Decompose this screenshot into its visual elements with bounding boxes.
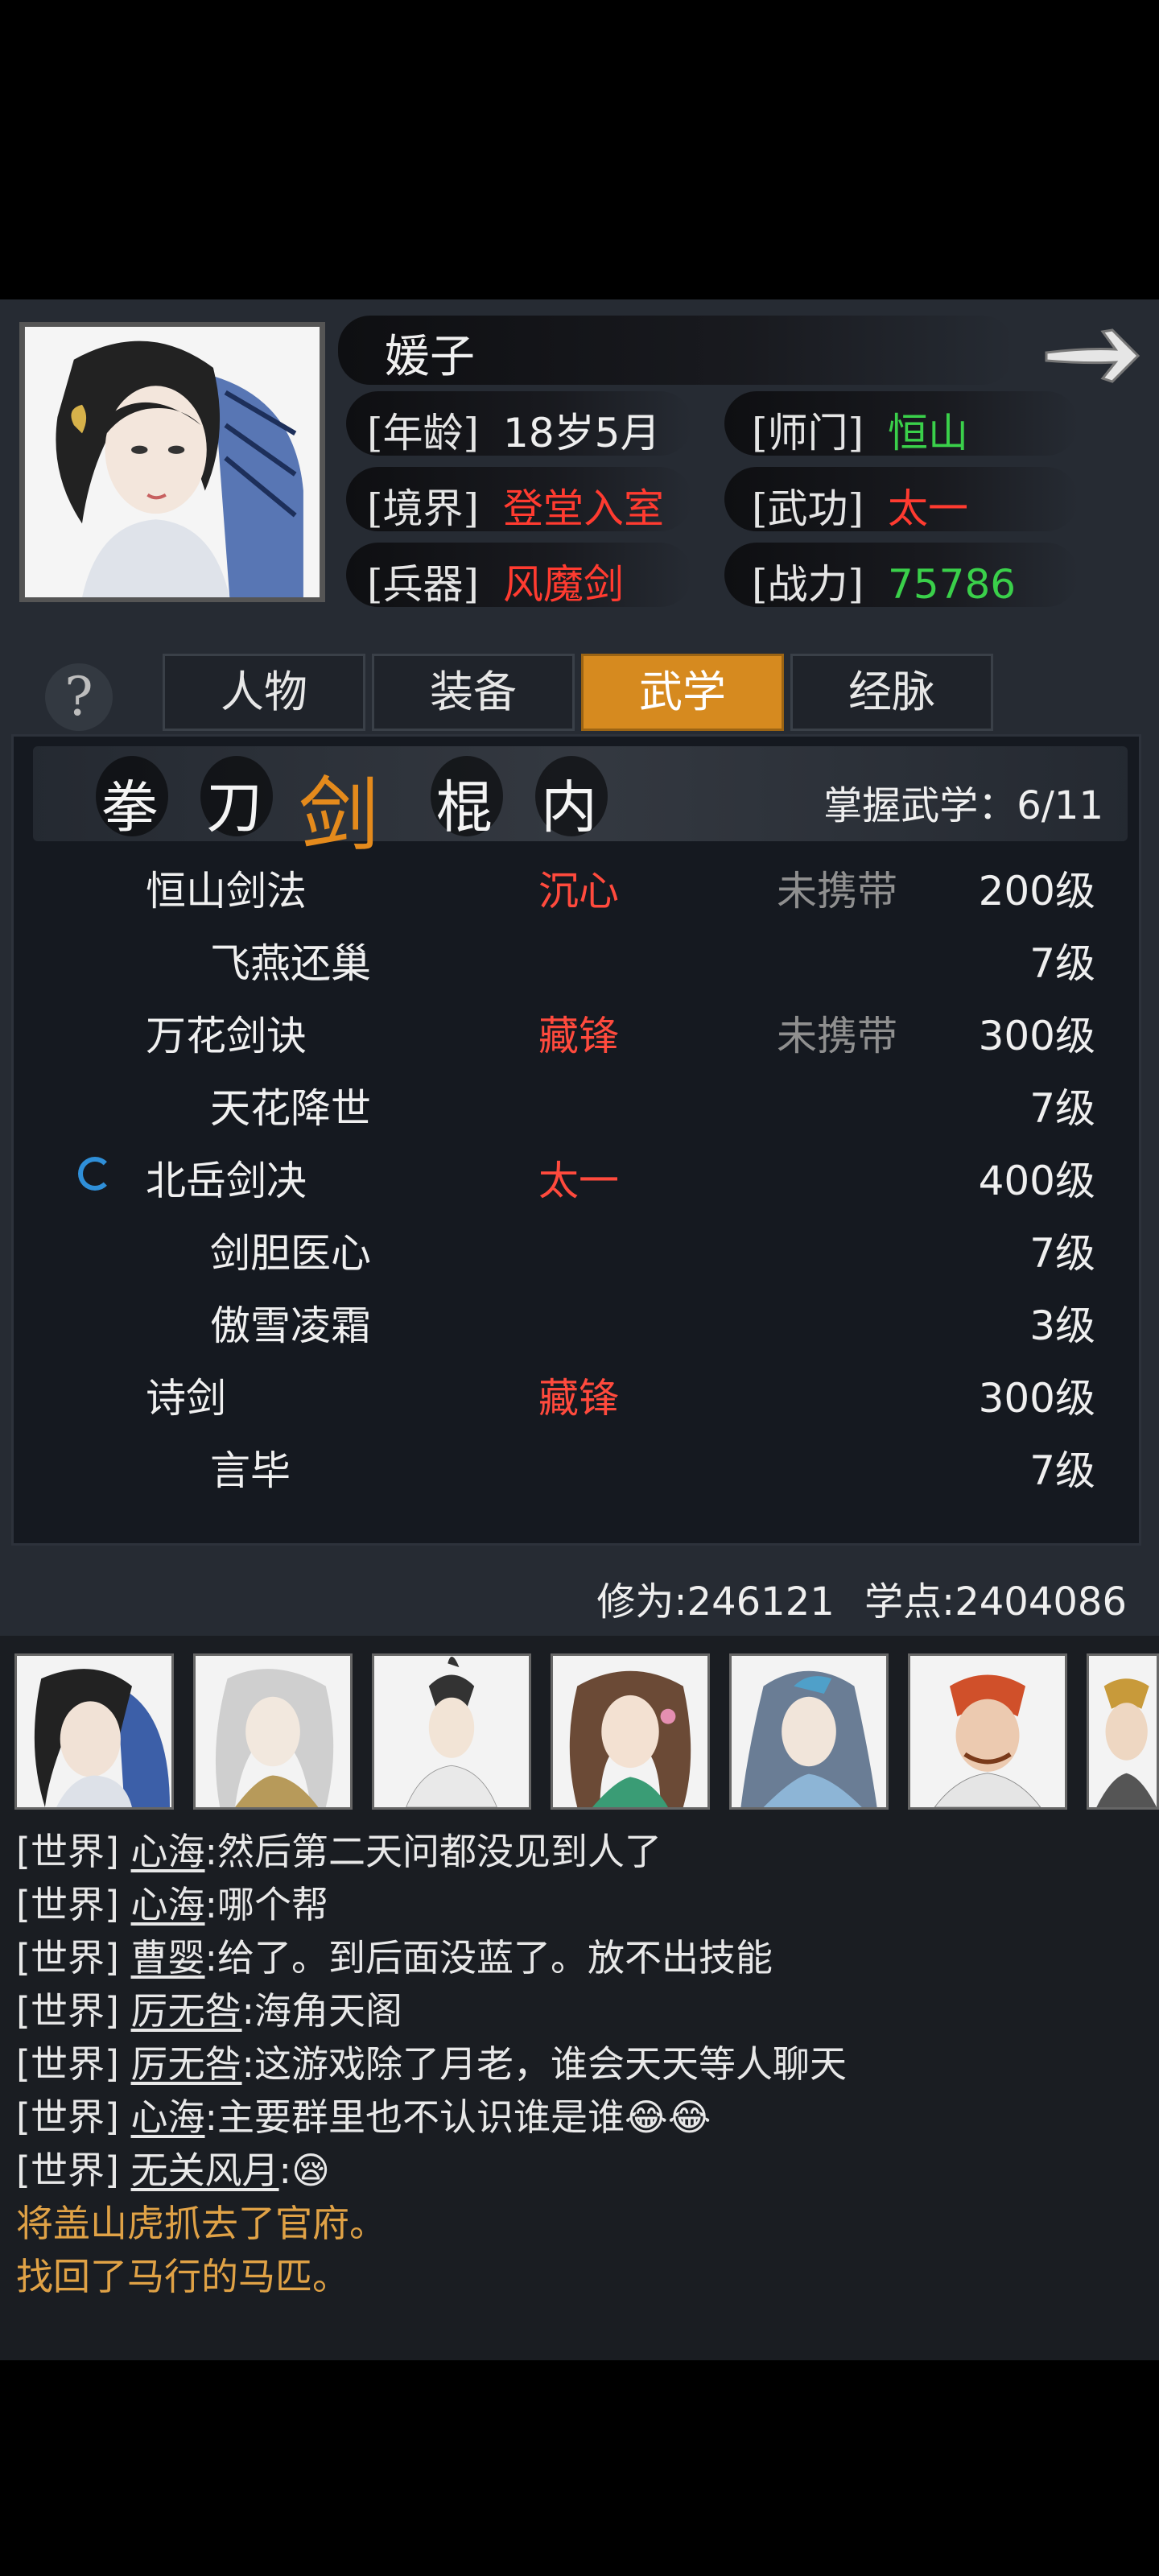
- martial-arts-panel: 拳 刀 剑 棍 内 掌握武学：6/11 恒山剑法 沉心 未携带 200级 飞燕还…: [11, 734, 1141, 1546]
- chat-message: [世界] 曹婴:给了。到后面没蓝了。放不出技能: [16, 1936, 773, 1979]
- companion-avatar[interactable]: [1087, 1653, 1159, 1810]
- category-bar: 拳 刀 剑 棍 内 掌握武学：6/11: [33, 746, 1128, 862]
- category-staff[interactable]: 棍: [424, 756, 505, 844]
- chat-username[interactable]: 心海: [131, 2095, 205, 2139]
- tab-equipment[interactable]: 装备: [372, 654, 575, 731]
- system-message: 将盖山虎抓去了官府。: [16, 2202, 386, 2245]
- tab-meridians[interactable]: 经脉: [790, 654, 993, 731]
- attr-power: [战力] 75786: [752, 561, 1017, 608]
- cultivation-value: 修为:246121: [596, 1579, 835, 1624]
- app: 媛子 [年龄] 18岁5月 [师门] 恒山 [境界] 登堂入室 [武功] 太一 [兵器]…: [0, 299, 1159, 2360]
- attr-sect: [师门] 恒山: [752, 410, 969, 456]
- arrow-right-icon: [1045, 328, 1140, 383]
- category-fist[interactable]: 拳: [89, 756, 170, 844]
- category-blade[interactable]: 刀: [194, 756, 274, 844]
- skill-move-row[interactable]: 剑胆医心 7级: [33, 1210, 1128, 1282]
- attr-age: [年龄] 18岁5月: [367, 410, 661, 456]
- companion-avatar[interactable]: [14, 1653, 174, 1810]
- chat-message: [世界] 厉无咎:海角天阁: [16, 1989, 403, 2033]
- tab-character[interactable]: 人物: [163, 654, 365, 731]
- companion-avatar[interactable]: [372, 1653, 531, 1810]
- tab-bar: ? 人物 装备 武学 经脉: [0, 654, 1159, 731]
- help-icon[interactable]: ?: [45, 663, 113, 731]
- study-points-value: 学点:2404086: [864, 1579, 1127, 1624]
- companion-avatar[interactable]: [729, 1653, 889, 1810]
- companion-avatar[interactable]: [193, 1653, 353, 1810]
- portrait-illustration: [24, 327, 320, 597]
- chat-area: [世界] 心海:然后第二天问都没见到人了 [世界] 心海:哪个帮 [世界] 曹婴…: [0, 1636, 1159, 2360]
- skill-move-row[interactable]: 傲雪凌霜 3级: [33, 1282, 1128, 1355]
- character-portrait[interactable]: [19, 322, 325, 602]
- next-arrow-button[interactable]: [1038, 316, 1143, 396]
- chat-username[interactable]: 无关风月: [131, 2149, 279, 2192]
- chat-messages[interactable]: [世界] 心海:然后第二天问都没见到人了 [世界] 心海:哪个帮 [世界] 曹婴…: [16, 1823, 1143, 2301]
- companion-avatars[interactable]: [14, 1653, 1159, 1814]
- character-name: 媛子: [385, 331, 475, 383]
- chat-username[interactable]: 心海: [131, 1830, 205, 1873]
- attr-martial: [武功] 太一: [752, 485, 969, 532]
- skill-move-row[interactable]: 飞燕还巢 7级: [33, 920, 1128, 993]
- skill-row[interactable]: 诗剑 藏锋 300级: [33, 1355, 1128, 1427]
- skill-row[interactable]: 北岳剑决 太一 400级: [33, 1137, 1128, 1210]
- chat-username[interactable]: 厉无咎: [131, 2042, 242, 2086]
- companion-avatar[interactable]: [908, 1653, 1067, 1810]
- skill-row[interactable]: 万花剑诀 藏锋 未携带 300级: [33, 993, 1128, 1065]
- chat-message: [世界] 心海:哪个帮: [16, 1883, 329, 1926]
- chat-username[interactable]: 厉无咎: [131, 1989, 242, 2033]
- attr-realm: [境界] 登堂入室: [367, 485, 665, 532]
- skill-row[interactable]: 恒山剑法 沉心 未携带 200级: [33, 848, 1128, 920]
- skill-move-row[interactable]: 天花降世 7级: [33, 1065, 1128, 1137]
- chat-username[interactable]: 曹婴: [131, 1936, 205, 1979]
- companion-avatar[interactable]: [551, 1653, 710, 1810]
- skill-list[interactable]: 恒山剑法 沉心 未携带 200级 飞燕还巢 7级 万花剑诀 藏锋 未携带 300…: [33, 848, 1128, 1534]
- skill-move-row[interactable]: 言毕 7级: [33, 1427, 1128, 1500]
- category-internal[interactable]: 内: [529, 756, 609, 844]
- chat-message: [世界] 心海:主要群里也不认识谁是谁😂😂: [16, 2095, 711, 2139]
- chat-username[interactable]: 心海: [131, 1883, 205, 1926]
- chat-message: [世界] 无关风月:😪: [16, 2149, 330, 2192]
- chat-message: [世界] 心海:然后第二天问都没见到人了: [16, 1830, 662, 1873]
- category-sword[interactable]: 剑: [299, 749, 379, 866]
- system-message: 找回了马行的马匹。: [16, 2255, 349, 2298]
- chat-message: [世界] 厉无咎:这游戏除了月老，谁会天天等人聊天: [16, 2042, 848, 2086]
- equipped-indicator-icon: [78, 1157, 112, 1191]
- character-header: 媛子 [年龄] 18岁5月 [师门] 恒山 [境界] 登堂入室 [武功] 太一 [兵器]…: [0, 299, 1159, 638]
- attr-weapon: [兵器] 风魔剑: [367, 561, 625, 608]
- tab-martial-arts[interactable]: 武学: [581, 654, 784, 731]
- cultivation-stats: 修为:246121 学点:2404086: [596, 1570, 1127, 1626]
- mastery-count: 掌握武学：6/11: [823, 783, 1103, 828]
